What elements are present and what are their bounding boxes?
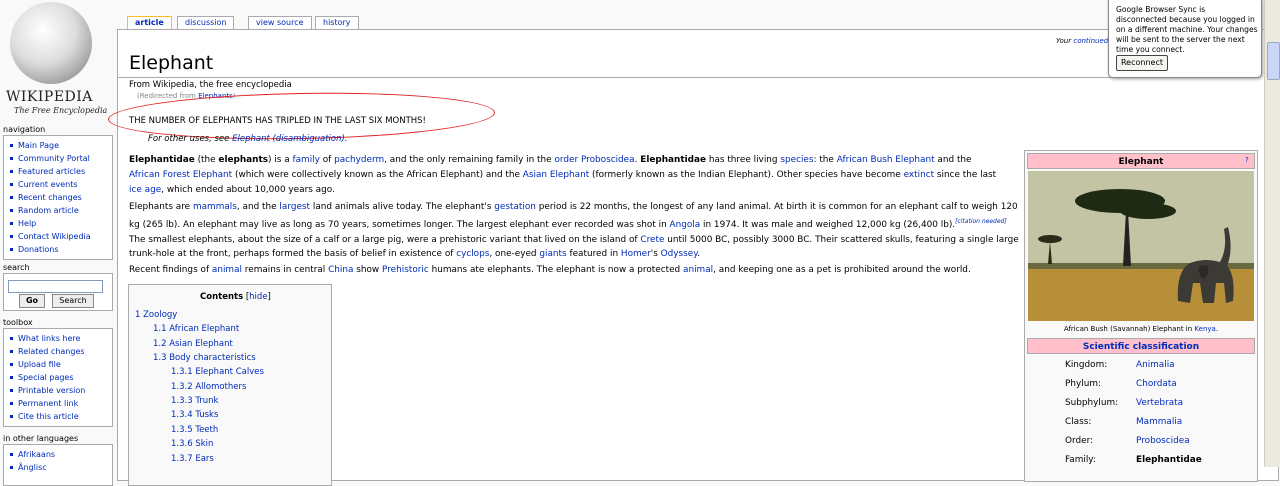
- nav-donations[interactable]: Donations: [7, 243, 112, 256]
- elephant-photo[interactable]: [1028, 171, 1254, 321]
- intro-paragraph-2: Elephants are mammals, and the largest l…: [129, 202, 1019, 260]
- disambiguation-link[interactable]: Elephant (disambiguation): [232, 134, 345, 144]
- photo-caption: African Bush (Savannah) Elephant in Keny…: [1063, 325, 1219, 333]
- nav-contact[interactable]: Contact Wikipedia: [7, 230, 112, 243]
- taxon-label: Subphylum:: [1065, 398, 1119, 408]
- puzzle-globe-icon: [10, 2, 92, 84]
- nav-main-page[interactable]: Main Page: [7, 139, 112, 152]
- toc-title-row: Contents [hide]: [200, 292, 271, 302]
- languages-title: in other languages: [3, 434, 79, 443]
- reconnect-button[interactable]: Reconnect: [1116, 55, 1168, 71]
- title-rule: [118, 77, 1118, 78]
- infobox-title: Elephant: [1027, 153, 1255, 169]
- toc-item[interactable]: 1.3 Body characteristics: [153, 353, 256, 363]
- navigation-portlet: Main Page Community Portal Featured arti…: [3, 135, 113, 260]
- site-notice: Your continued: [1056, 37, 1109, 45]
- tool-related-changes[interactable]: Related changes: [7, 345, 112, 358]
- taxon-value[interactable]: Proboscidea: [1136, 436, 1190, 446]
- taxon-label: Family:: [1065, 455, 1096, 465]
- hatnote: For other uses, see Elephant (disambigua…: [148, 134, 348, 144]
- tab-view-source[interactable]: view source: [248, 16, 312, 29]
- wikipedia-logo[interactable]: WIKIPEDIA The Free Encyclopedia: [0, 0, 115, 118]
- tool-permanent-link[interactable]: Permanent link: [7, 397, 112, 410]
- toc-item[interactable]: 1.3.4 Tusks: [171, 410, 218, 420]
- toolbox-portlet: What links here Related changes Upload f…: [3, 328, 113, 427]
- languages-portlet: Afrikaans Ãnglisc: [3, 444, 113, 486]
- tool-cite-article[interactable]: Cite this article: [7, 410, 112, 423]
- savannah-elephant-image: [1028, 171, 1254, 321]
- taxon-value[interactable]: Mammalia: [1136, 417, 1182, 427]
- toc-item[interactable]: 1.3.7 Ears: [171, 454, 214, 464]
- tool-special-pages[interactable]: Special pages: [7, 371, 112, 384]
- toc-item[interactable]: 1.3.3 Trunk: [171, 396, 218, 406]
- tool-what-links-here[interactable]: What links here: [7, 332, 112, 345]
- nav-community-portal[interactable]: Community Portal: [7, 152, 112, 165]
- article-content: Your continued Elephant From Wikipedia, …: [107, 29, 1279, 486]
- taxon-label: Kingdom:: [1065, 360, 1108, 370]
- toc-item[interactable]: 1.3.2 Allomothers: [171, 382, 246, 392]
- nav-featured-articles[interactable]: Featured articles: [7, 165, 112, 178]
- logo-tagline: The Free Encyclopedia: [14, 106, 108, 115]
- search-title: search: [3, 263, 30, 272]
- browser-sync-notification: Google Browser Sync is disconnected beca…: [1108, 0, 1262, 78]
- toolbox-title: toolbox: [3, 318, 33, 327]
- taxon-label: Class:: [1065, 417, 1092, 427]
- toc-item[interactable]: 1.1 African Elephant: [153, 324, 239, 334]
- toc-item[interactable]: 1 Zoology: [135, 310, 177, 320]
- toc-item[interactable]: 1.2 Asian Elephant: [153, 339, 233, 349]
- nav-recent-changes[interactable]: Recent changes: [7, 191, 112, 204]
- nav-random-article[interactable]: Random article: [7, 204, 112, 217]
- lang-afrikaans[interactable]: Afrikaans: [7, 448, 112, 461]
- logo-wordmark: WIKIPEDIA: [6, 89, 93, 105]
- tool-upload-file[interactable]: Upload file: [7, 358, 112, 371]
- search-input[interactable]: [8, 280, 103, 293]
- tab-history[interactable]: history: [315, 16, 359, 29]
- infobox: Elephant ? African Bush (Savannah) Eleph…: [1024, 150, 1258, 482]
- nav-current-events[interactable]: Current events: [7, 178, 112, 191]
- kenya-link[interactable]: Kenya: [1194, 325, 1215, 333]
- table-of-contents: Contents [hide] 1 Zoology 1.1 African El…: [128, 284, 332, 486]
- toc-item[interactable]: 1.3.1 Elephant Calves: [171, 367, 264, 377]
- notice-link[interactable]: continued: [1073, 37, 1108, 45]
- vertical-scrollbar[interactable]: [1264, 0, 1280, 467]
- toc-hide-link[interactable]: hide: [249, 292, 267, 302]
- intro-paragraph-1: Elephantidae (the elephants) is a family…: [129, 155, 997, 195]
- vandalism-line: THE NUMBER OF ELEPHANTS HAS TRIPLED IN T…: [129, 116, 426, 126]
- site-sub: From Wikipedia, the free encyclopedia: [129, 80, 292, 90]
- scrollbar-thumb[interactable]: [1267, 42, 1280, 80]
- toc-item[interactable]: 1.3.6 Skin: [171, 439, 213, 449]
- tool-printable-version[interactable]: Printable version: [7, 384, 112, 397]
- taxon-value[interactable]: Vertebrata: [1136, 398, 1183, 408]
- taxon-label: Order:: [1065, 436, 1094, 446]
- taxon-value: Elephantidae: [1136, 455, 1202, 465]
- infobox-help-link[interactable]: ?: [1245, 156, 1249, 164]
- taxon-value[interactable]: Chordata: [1136, 379, 1177, 389]
- lang-anglisc[interactable]: Ãnglisc: [7, 461, 112, 474]
- search-button[interactable]: Search: [52, 294, 94, 308]
- taxon-label: Phylum:: [1065, 379, 1101, 389]
- tab-article[interactable]: article: [127, 16, 172, 29]
- go-button[interactable]: Go: [19, 294, 45, 308]
- taxon-value[interactable]: Animalia: [1136, 360, 1175, 370]
- page-title: Elephant: [129, 52, 214, 74]
- navigation-title: navigation: [3, 125, 46, 134]
- tab-discussion[interactable]: discussion: [177, 16, 235, 29]
- sync-message: Google Browser Sync is disconnected beca…: [1116, 5, 1258, 54]
- scientific-classification-header[interactable]: Scientific classification: [1027, 338, 1255, 354]
- nav-help[interactable]: Help: [7, 217, 112, 230]
- toc-item[interactable]: 1.3.5 Teeth: [171, 425, 218, 435]
- intro-paragraph-3: Recent findings of animal remains in cen…: [129, 265, 971, 275]
